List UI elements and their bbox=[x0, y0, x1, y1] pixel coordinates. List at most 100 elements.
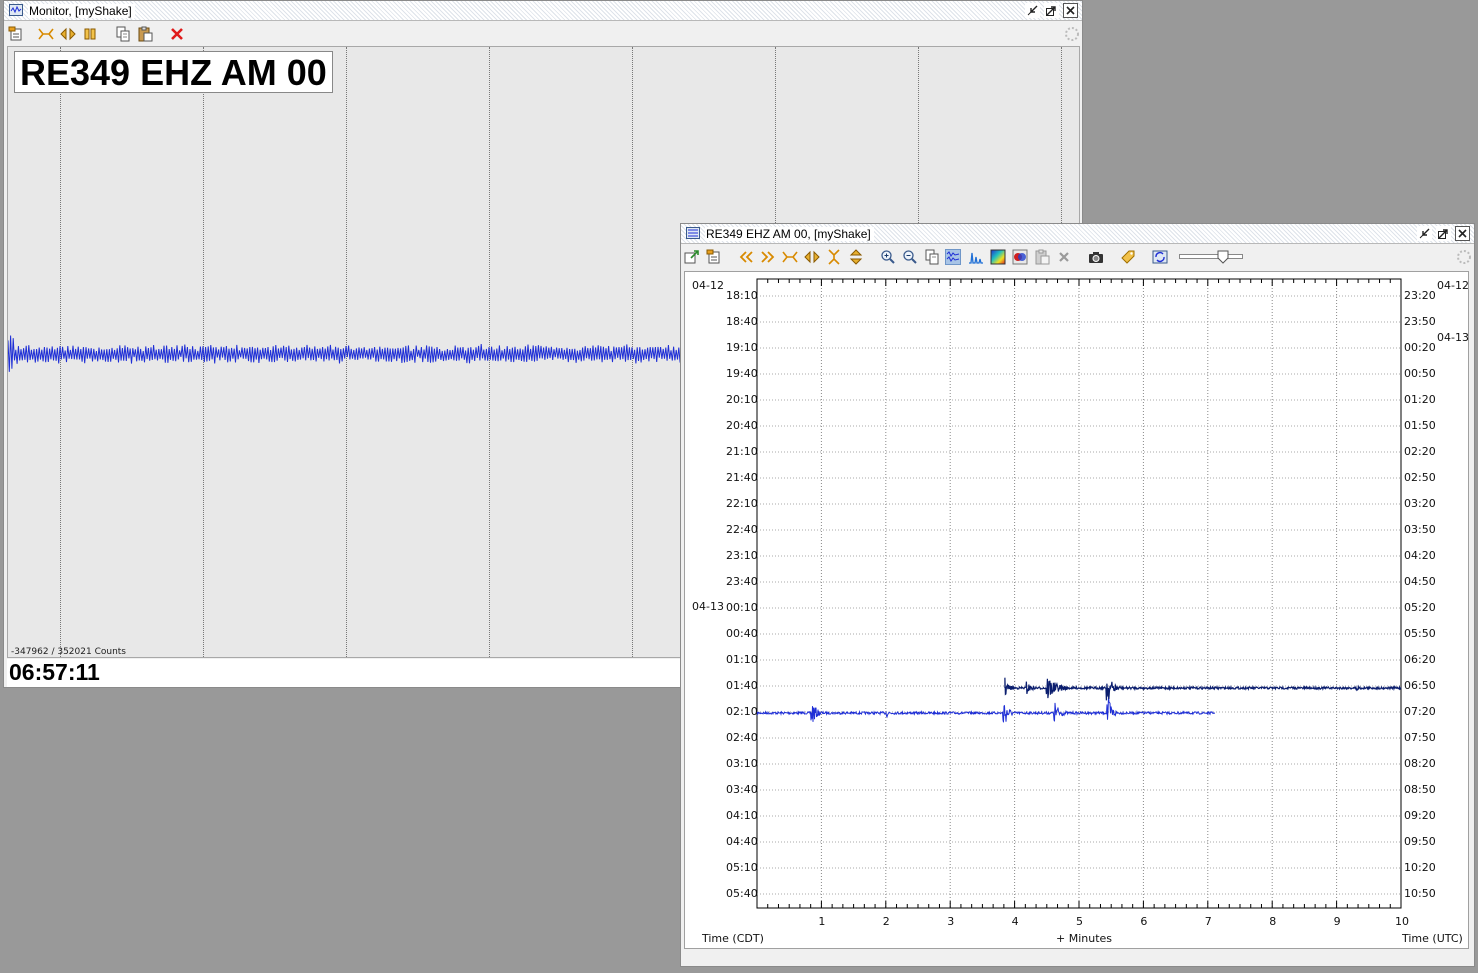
tag-icon bbox=[1121, 250, 1135, 264]
left-time-label: 02:10 bbox=[726, 705, 758, 718]
right-time-label: 23:20 bbox=[1404, 289, 1436, 302]
left-time-label: 00:40 bbox=[726, 627, 758, 640]
close-gray-icon bbox=[1059, 252, 1069, 262]
x-tick-label: 10 bbox=[1395, 915, 1409, 928]
scroll-right-button[interactable] bbox=[760, 249, 776, 265]
left-time-label: 20:40 bbox=[726, 419, 758, 432]
refresh-icon bbox=[1152, 250, 1168, 264]
right-time-label: 06:20 bbox=[1404, 653, 1436, 666]
counts-range: -347962 / 352021 Counts bbox=[11, 647, 126, 657]
zoom-in-icon bbox=[881, 250, 895, 264]
zoom-out-button[interactable] bbox=[902, 249, 918, 265]
filter-button[interactable] bbox=[1012, 249, 1028, 265]
date-label-right-top: 04-12 bbox=[1437, 279, 1469, 292]
clock-display: 06:57:11 bbox=[9, 659, 100, 685]
gain-slider-track[interactable] bbox=[1179, 254, 1243, 259]
right-time-label: 02:20 bbox=[1404, 445, 1436, 458]
left-time-label: 20:10 bbox=[726, 393, 758, 406]
expand-horizontal-button[interactable] bbox=[60, 26, 76, 42]
pause-icon bbox=[84, 28, 96, 40]
restore-icon bbox=[1027, 5, 1038, 16]
left-time-label: 23:40 bbox=[726, 575, 758, 588]
right-time-label: 23:50 bbox=[1404, 315, 1436, 328]
right-time-label: 09:50 bbox=[1404, 835, 1436, 848]
left-time-label: 18:10 bbox=[726, 289, 758, 302]
camera-icon bbox=[1089, 252, 1103, 263]
channel-list-button[interactable] bbox=[706, 249, 722, 265]
screenshot-button[interactable] bbox=[1088, 249, 1104, 265]
channel-list-button[interactable] bbox=[8, 26, 24, 42]
left-time-label: 18:40 bbox=[726, 315, 758, 328]
x-tick-label: 1 bbox=[818, 915, 826, 928]
right-time-label: 00:50 bbox=[1404, 367, 1436, 380]
maximize-icon bbox=[1046, 6, 1056, 16]
monitor-title: Monitor, [myShake] bbox=[28, 4, 135, 18]
right-time-label: 03:50 bbox=[1404, 523, 1436, 536]
helicorder-window[interactable]: RE349 EHZ AM 00, [myShake] 04-12 04-13 0… bbox=[680, 223, 1475, 967]
copy-button[interactable] bbox=[115, 26, 131, 42]
left-time-label: 19:40 bbox=[726, 367, 758, 380]
x-tick-label: 5 bbox=[1076, 915, 1083, 928]
expand-vertical-icon bbox=[828, 249, 840, 265]
scroll-left-button[interactable] bbox=[738, 249, 754, 265]
export-button[interactable] bbox=[684, 249, 700, 265]
left-time-label: 01:40 bbox=[726, 679, 758, 692]
helicorder-window-icon bbox=[686, 227, 700, 239]
right-time-label: 05:20 bbox=[1404, 601, 1436, 614]
zoom-in-button[interactable] bbox=[880, 249, 896, 265]
expand-horizontal-icon bbox=[60, 27, 76, 41]
compress-vertical-icon bbox=[849, 249, 863, 265]
left-time-label: 02:40 bbox=[726, 731, 758, 744]
scroll-left-icon bbox=[739, 251, 753, 263]
scroll-right-icon bbox=[761, 251, 775, 263]
left-time-label: 22:10 bbox=[726, 497, 758, 510]
remove-button[interactable] bbox=[1056, 249, 1072, 265]
zoom-fit-button[interactable] bbox=[782, 249, 798, 265]
close-icon bbox=[1066, 6, 1075, 15]
date-label-left-mid: 04-13 bbox=[692, 600, 724, 613]
right-time-label: 01:50 bbox=[1404, 419, 1436, 432]
tag-button[interactable] bbox=[1120, 249, 1136, 265]
close-button[interactable] bbox=[1455, 226, 1470, 241]
x-tick-label: 6 bbox=[1140, 915, 1148, 928]
spectrum-button[interactable] bbox=[968, 249, 984, 265]
maximize-button[interactable] bbox=[1436, 226, 1451, 241]
monitor-titlebar[interactable]: Monitor, [myShake] bbox=[4, 1, 1082, 21]
right-time-label: 03:20 bbox=[1404, 497, 1436, 510]
expand-vertical-button[interactable] bbox=[826, 249, 842, 265]
copy-button[interactable] bbox=[924, 249, 940, 265]
paste-button[interactable] bbox=[137, 26, 153, 42]
restore-button[interactable] bbox=[1417, 226, 1432, 241]
expand-horizontal-icon bbox=[804, 250, 820, 264]
left-time-label: 05:40 bbox=[726, 887, 758, 900]
helicorder-view-button[interactable] bbox=[945, 249, 961, 265]
left-time-label: 05:10 bbox=[726, 861, 758, 874]
zoom-fit-button[interactable] bbox=[38, 26, 54, 42]
paste-button[interactable] bbox=[1034, 249, 1050, 265]
expand-horizontal-button[interactable] bbox=[804, 249, 820, 265]
maximize-icon bbox=[1438, 229, 1448, 239]
monitor-trace bbox=[8, 335, 685, 372]
right-time-label: 10:50 bbox=[1404, 887, 1436, 900]
close-button[interactable] bbox=[1063, 3, 1078, 18]
close-red-icon bbox=[171, 28, 183, 40]
helicorder-panel[interactable]: 04-12 04-13 04-12 04-13 18:10 18:40 19:10 1… bbox=[684, 271, 1469, 949]
spectrogram-button[interactable] bbox=[990, 249, 1006, 265]
x-axis-label: + Minutes bbox=[1056, 932, 1113, 945]
close-monitor-button[interactable] bbox=[169, 26, 185, 42]
date-label-right-mid: 04-13 bbox=[1437, 331, 1469, 344]
restore-button[interactable] bbox=[1025, 3, 1040, 18]
copy-icon bbox=[925, 249, 939, 265]
export-icon bbox=[684, 250, 699, 264]
refresh-button[interactable] bbox=[1152, 249, 1168, 265]
helicorder-titlebar[interactable]: RE349 EHZ AM 00, [myShake] bbox=[681, 224, 1474, 244]
right-time-label: 02:50 bbox=[1404, 471, 1436, 484]
left-time-label: 01:10 bbox=[726, 653, 758, 666]
maximize-button[interactable] bbox=[1044, 3, 1059, 18]
gain-slider-thumb[interactable] bbox=[1217, 250, 1229, 264]
right-time-label: 09:20 bbox=[1404, 809, 1436, 822]
compress-vertical-button[interactable] bbox=[848, 249, 864, 265]
pause-button[interactable] bbox=[82, 26, 98, 42]
helicorder-icon bbox=[946, 251, 960, 262]
zoom-fit-icon bbox=[38, 28, 54, 40]
